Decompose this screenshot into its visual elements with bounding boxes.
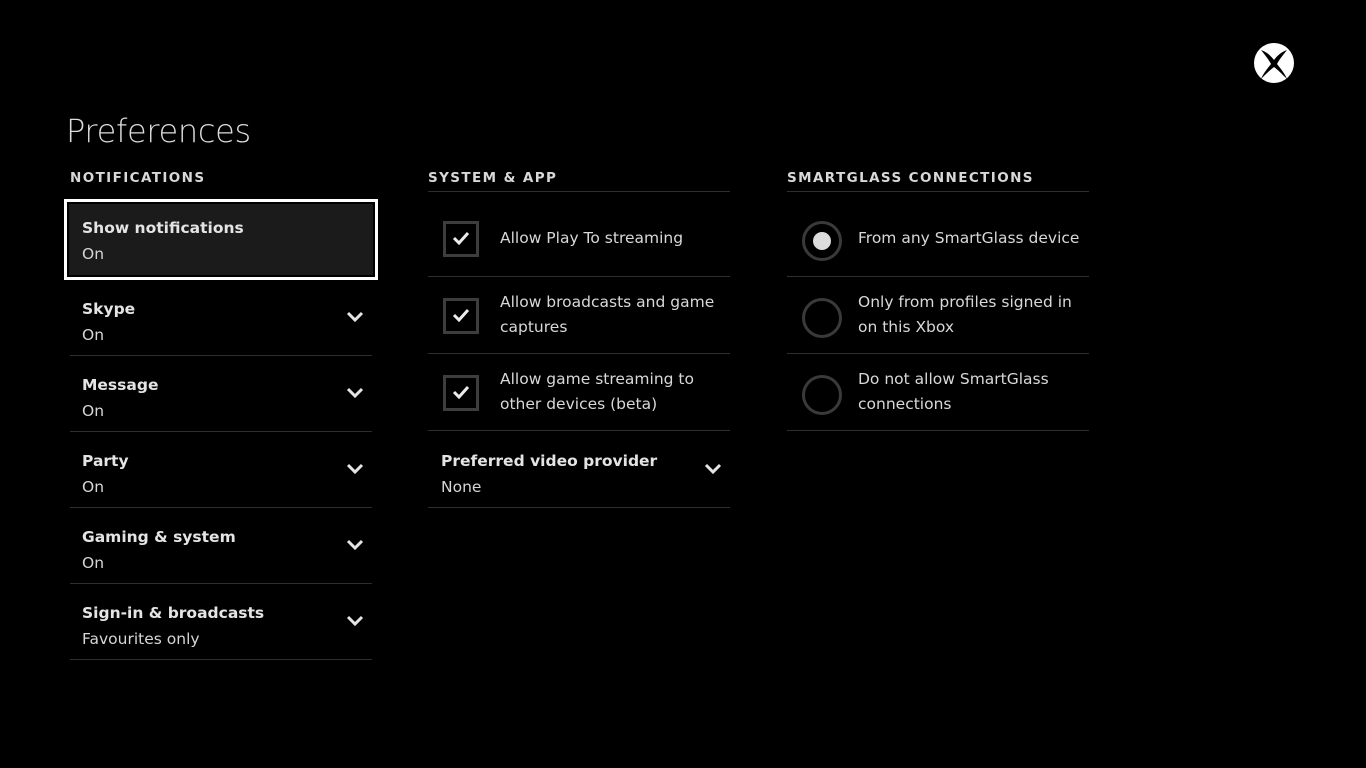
item-label: Sign-in & broadcasts [82,604,265,622]
smartglass-heading: SMARTGLASS CONNECTIONS [787,168,1089,192]
radio-button[interactable] [802,221,842,261]
item-label: Skype [82,300,136,318]
chevron-down-icon [346,387,364,399]
preferences-page: Preferences NOTIFICATIONS Show notificat… [0,0,1366,768]
checkbox-label: Allow game streaming to other devices (b… [500,370,694,413]
broadcasts-captures-checkbox[interactable]: Allow broadcasts and game captures [428,277,730,354]
checkmark-icon [452,308,470,322]
smartglass-signed-in-profiles-radio[interactable]: Only from profiles signed in on this Xbo… [787,277,1089,354]
chevron-down-icon [346,539,364,551]
message-notifications-dropdown[interactable]: Message On [70,356,372,432]
radio-button[interactable] [802,298,842,338]
system-app-heading: SYSTEM & APP [428,168,730,192]
page-title: Preferences [66,112,251,150]
checkmark-icon [452,231,470,245]
item-value: On [82,326,105,344]
focus-fill [69,204,373,275]
item-value: On [82,554,105,572]
item-label: Show notifications [82,219,244,237]
radio-label: Only from profiles signed in on this Xbo… [858,293,1072,336]
radio-button[interactable] [802,375,842,415]
item-value: None [441,478,482,496]
xbox-logo-icon [1254,43,1294,83]
item-label: Party [82,452,129,470]
preferred-video-provider-dropdown[interactable]: Preferred video provider None [428,431,730,508]
item-label: Preferred video provider [441,452,658,470]
notifications-section: NOTIFICATIONS Show notifications On Skyp… [64,168,378,660]
party-notifications-dropdown[interactable]: Party On [70,432,372,508]
smartglass-section: SMARTGLASS CONNECTIONS From any SmartGla… [787,168,1089,431]
radio-selected-dot [813,232,831,250]
skype-notifications-dropdown[interactable]: Skype On [70,280,372,356]
item-label: Message [82,376,159,394]
game-streaming-checkbox[interactable]: Allow game streaming to other devices (b… [428,354,730,431]
signin-broadcasts-notifications-dropdown[interactable]: Sign-in & broadcasts Favourites only [70,584,372,660]
show-notifications-item[interactable]: Show notifications On [64,199,378,280]
checkbox-label: Allow Play To streaming [500,228,684,247]
smartglass-do-not-allow-radio[interactable]: Do not allow SmartGlass connections [787,354,1089,431]
radio-label: Do not allow SmartGlass connections [858,370,1049,413]
checkbox-label: Allow broadcasts and game captures [500,293,715,336]
checkbox[interactable] [443,375,479,411]
checkmark-icon [452,385,470,399]
item-value: On [82,402,105,420]
item-value: Favourites only [82,630,200,648]
play-to-streaming-checkbox[interactable]: Allow Play To streaming [428,200,730,277]
smartglass-any-device-radio[interactable]: From any SmartGlass device [787,200,1089,277]
notifications-heading: NOTIFICATIONS [70,170,206,186]
chevron-down-icon [346,463,364,475]
radio-label: From any SmartGlass device [858,228,1080,247]
checkbox[interactable] [443,221,479,257]
item-value: On [82,478,105,496]
notifications-list: Show notifications On Skype On Message O… [64,199,378,660]
item-label: Gaming & system [82,528,236,546]
chevron-down-icon [346,311,364,323]
checkbox[interactable] [443,298,479,334]
system-app-section: SYSTEM & APP Allow Play To streaming All… [428,168,730,508]
chevron-down-icon [704,463,722,475]
gaming-system-notifications-dropdown[interactable]: Gaming & system On [70,508,372,584]
item-value: On [82,245,105,263]
chevron-down-icon [346,615,364,627]
smartglass-options: From any SmartGlass device Only from pro… [787,200,1089,431]
system-app-list: Allow Play To streaming Allow broadcasts… [428,200,730,508]
